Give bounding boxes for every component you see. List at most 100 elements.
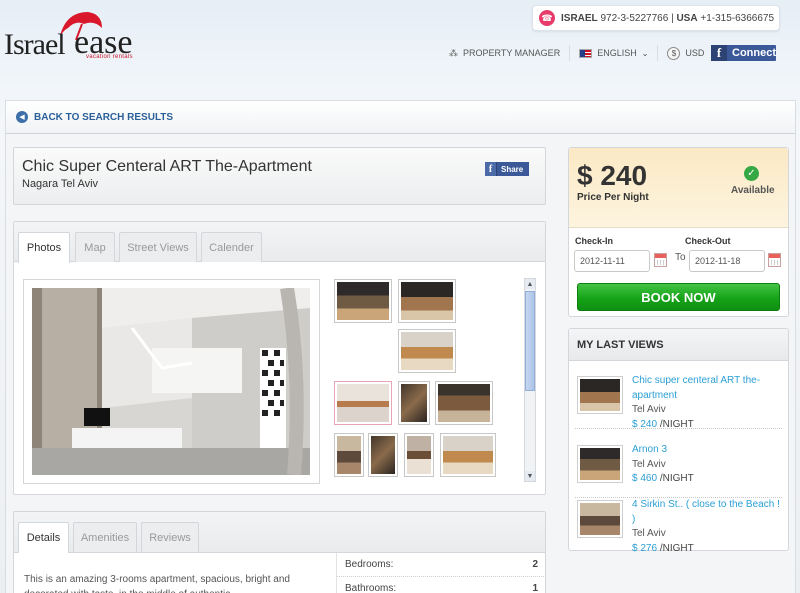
thumbnail-grid <box>332 277 527 482</box>
main-photo-frame <box>23 279 320 484</box>
listing-thumbnail[interactable] <box>577 445 623 483</box>
site-logo[interactable]: Israel ease vacation rentals <box>4 10 154 70</box>
tab-amenities[interactable]: Amenities <box>73 522 137 552</box>
photo-thumbnail[interactable] <box>398 279 456 323</box>
facebook-icon: f <box>485 162 497 176</box>
logo-text-israel: Israel <box>4 28 66 61</box>
photo-thumbnail[interactable] <box>334 433 364 477</box>
listing-name-link[interactable]: 4 Sirkin St.. ( close to the Beach ! ) <box>632 498 782 527</box>
thumbnail-image <box>337 384 389 422</box>
phone-usa-label: USA <box>676 12 698 24</box>
thumbnail-scrollbar[interactable]: ▲ ▼ <box>524 278 536 482</box>
spec-row-bathrooms: Bathrooms: 1 <box>337 577 546 593</box>
spec-label: Bedrooms: <box>345 559 394 570</box>
booking-box: $ 240 Price Per Night ✓ Available Check-… <box>568 147 789 317</box>
listing-name-link[interactable]: Chic super centeral ART the-apartment <box>632 374 782 403</box>
list-item-text: 4 Sirkin St.. ( close to the Beach ! ) T… <box>632 498 782 556</box>
last-views-title: MY LAST VIEWS <box>569 329 788 361</box>
book-now-button[interactable]: BOOK NOW <box>577 283 780 311</box>
facebook-share-button[interactable]: f Share <box>485 162 529 176</box>
phone-icon: ☎ <box>539 10 555 26</box>
checkout-date-input[interactable]: 2012-11-18 <box>689 250 765 272</box>
tab-photos[interactable]: Photos <box>18 232 70 263</box>
top-nav: ⁂ PROPERTY MANAGER ENGLISH ⌄ $ USD ⌄ <box>440 44 725 62</box>
thumbnail-image <box>438 384 490 422</box>
logo-tagline: vacation rentals <box>86 54 133 60</box>
back-to-search-link[interactable]: BACK TO SEARCH RESULTS <box>34 112 173 123</box>
phone-israel: 972-3-5227766 <box>600 12 669 24</box>
availability-status: Available <box>731 185 775 196</box>
photo-thumbnail[interactable] <box>435 381 493 425</box>
photo-thumbnail[interactable] <box>398 381 430 425</box>
property-specs: Bedrooms: 2 Bathrooms: 1 <box>336 553 546 593</box>
thumbnail-image <box>443 436 493 474</box>
facebook-connect-button[interactable]: f Connect <box>711 45 776 61</box>
photo-thumbnail[interactable] <box>334 279 392 323</box>
tab-calender[interactable]: Calender <box>201 232 262 262</box>
listing-thumbnail[interactable] <box>577 376 623 414</box>
language-select[interactable]: ENGLISH ⌄ <box>570 45 659 61</box>
list-item[interactable]: Chic super centeral ART the-apartment Te… <box>575 374 782 432</box>
list-item[interactable]: Arnon 3 Tel Aviv $ 460 /NIGHT <box>575 443 782 498</box>
listing-title: Chic Super Centeral ART The-Apartment <box>22 158 312 175</box>
listing-city: Tel Aviv <box>632 528 666 539</box>
property-description: This is an amazing 3-rooms apartment, sp… <box>24 574 290 593</box>
listing-city: Tel Aviv <box>632 404 666 415</box>
gallery-panel: Photos Map Street Views Calender ▲ ▼ <box>13 221 546 495</box>
price-unit: /NIGHT <box>659 418 694 430</box>
scroll-down-icon[interactable]: ▼ <box>525 471 535 481</box>
to-label: To <box>675 252 686 263</box>
thumbnail-image <box>371 436 395 474</box>
thumbnail-image <box>407 436 431 474</box>
connect-label: Connect <box>732 47 776 59</box>
price-unit: /NIGHT <box>659 542 694 554</box>
tab-reviews[interactable]: Reviews <box>141 522 199 552</box>
listing-price: $ 276 <box>632 542 658 554</box>
photo-thumbnail[interactable] <box>404 433 434 477</box>
thumbnail-image <box>337 436 361 474</box>
listing-price: $ 460 <box>632 473 658 484</box>
tab-map[interactable]: Map <box>75 232 115 262</box>
calendar-icon[interactable] <box>768 253 781 267</box>
spec-value: 1 <box>532 583 538 593</box>
currency-label: USD <box>685 48 705 58</box>
back-bar: ◀ BACK TO SEARCH RESULTS <box>5 100 796 134</box>
property-manager-link[interactable]: ⁂ PROPERTY MANAGER <box>440 45 571 61</box>
listing-thumbnail[interactable] <box>577 500 623 538</box>
listing-price: $ 240 <box>632 418 658 430</box>
details-panel: Details Amenities Reviews This is an ama… <box>13 511 546 593</box>
thumbnail-image <box>580 503 620 535</box>
gallery-tabs: Photos Map Street Views Calender <box>14 222 545 263</box>
spec-row-bedrooms: Bedrooms: 2 <box>337 553 546 577</box>
phone-usa: +1-315-6366675 <box>700 12 775 24</box>
photo-thumbnail[interactable] <box>368 433 398 477</box>
list-item-text: Chic super centeral ART the-apartment Te… <box>632 374 782 432</box>
thumbnail-image <box>401 384 427 422</box>
tab-street-views[interactable]: Street Views <box>119 232 197 262</box>
uk-flag-icon <box>579 48 593 58</box>
photo-thumbnail[interactable] <box>398 329 456 373</box>
tab-details[interactable]: Details <box>18 522 69 553</box>
facebook-icon: f <box>711 45 727 61</box>
photo-thumbnail[interactable] <box>440 433 496 477</box>
phone-israel-label: ISRAEL <box>561 12 598 24</box>
language-label: ENGLISH <box>597 48 637 58</box>
last-views-panel: MY LAST VIEWS Chic super centeral ART th… <box>568 328 789 556</box>
main-photo[interactable] <box>32 288 310 475</box>
listing-city: Tel Aviv <box>632 458 666 470</box>
checkin-label: Check-In <box>575 236 614 246</box>
listing-name-link[interactable]: Arnon 3 <box>632 443 782 458</box>
chevron-down-icon: ⌄ <box>641 48 649 58</box>
photo-thumbnail-selected[interactable] <box>334 381 392 425</box>
listing-header: Chic Super Centeral ART The-Apartment Na… <box>13 147 546 205</box>
users-icon: ⁂ <box>449 47 458 58</box>
back-arrow-icon[interactable]: ◀ <box>16 111 28 123</box>
list-item[interactable]: 4 Sirkin St.. ( close to the Beach ! ) T… <box>575 498 782 556</box>
listing-location: Nagara Tel Aviv <box>22 178 99 190</box>
apartment-interior-image <box>32 288 310 475</box>
scrollbar-thumb[interactable] <box>525 291 535 391</box>
dollar-icon: $ <box>667 46 681 60</box>
scroll-up-icon[interactable]: ▲ <box>525 279 535 289</box>
checkin-date-input[interactable]: 2012-11-11 <box>574 250 650 272</box>
calendar-icon[interactable] <box>654 253 667 267</box>
